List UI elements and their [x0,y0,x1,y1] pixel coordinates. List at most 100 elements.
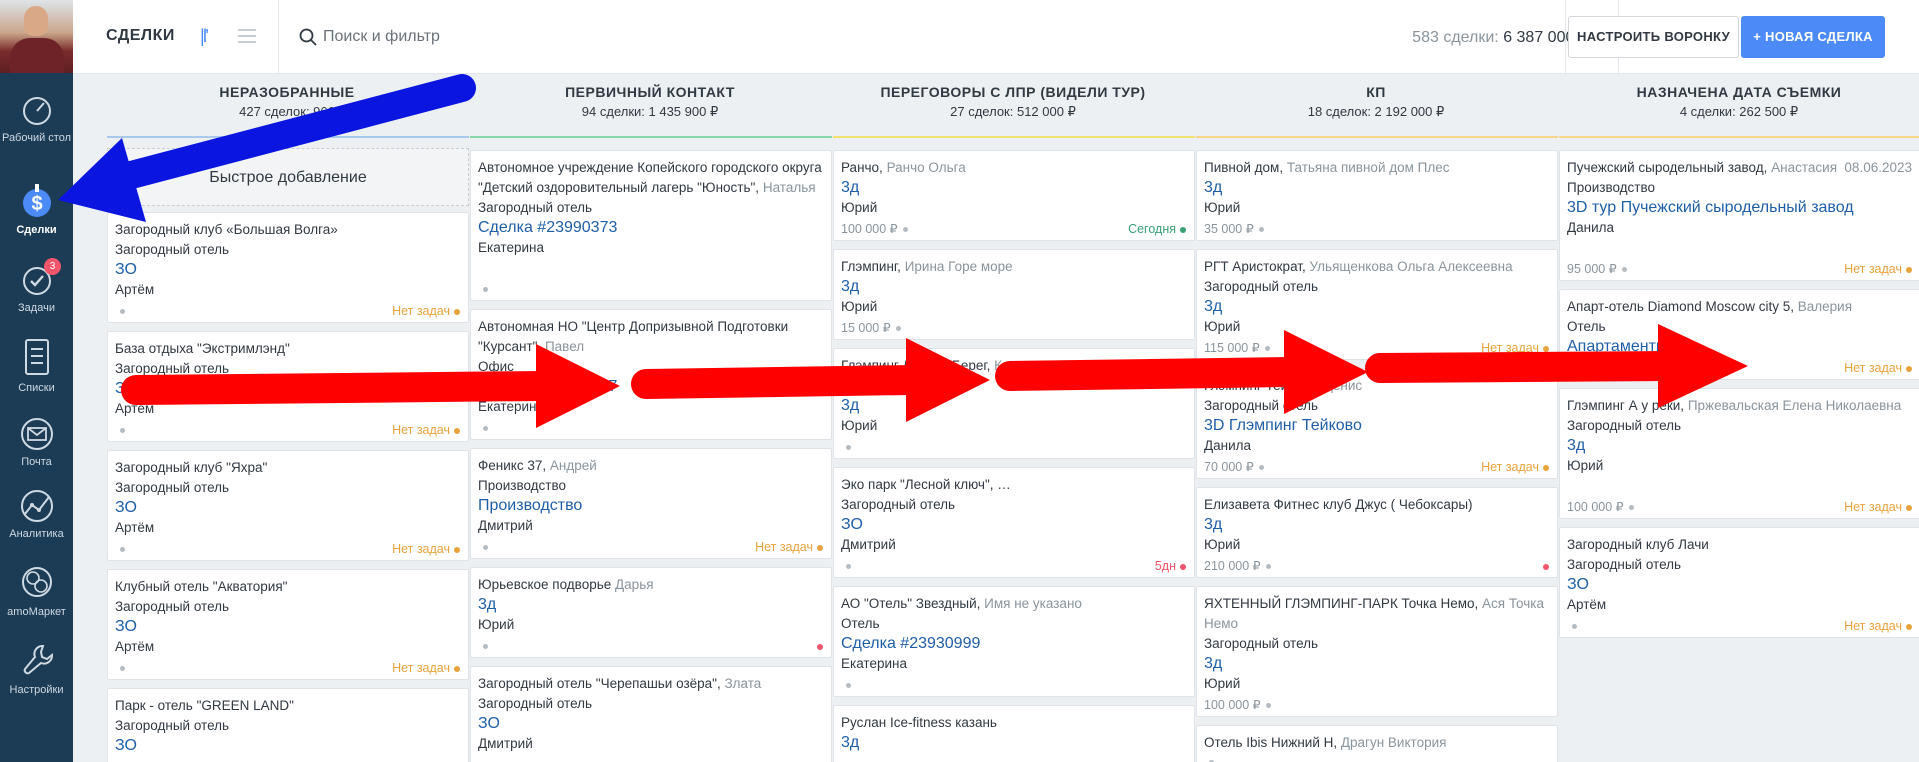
deal-name[interactable]: АО "Отель" Звездный, Имя не указано [841,594,1186,614]
deal-link[interactable]: 3д [1204,654,1549,674]
deal-link[interactable]: ЗО [1567,575,1912,595]
deal-link[interactable]: 3D Глэмпинг Тейково [1204,416,1549,436]
deal-card[interactable]: Загородный клуб "Яхра" Загородный отель ЗО… [107,450,469,561]
deal-card[interactable]: ЯХТЕННЫЙ ГЛЭМПИНГ-ПАРК Точка Немо, Ася Т… [1196,586,1558,717]
user-avatar[interactable] [0,0,73,73]
deal-name[interactable]: Елизавета Фитнес клуб Джус ( Чебоксары) [1204,495,1549,515]
deal-name[interactable]: Ранчо, Ранчо Ольга [841,158,1186,178]
task-status[interactable]: Нет задач [392,301,460,321]
deal-name[interactable]: Клубный отель "Акватория" [115,577,460,597]
nav-item-settings[interactable]: Настройки [0,640,73,697]
deal-card[interactable]: АО "Отель" Звездный, Имя не указано Отель… [833,586,1195,697]
nav-item-analytics[interactable]: Аналитика [0,488,73,541]
task-status[interactable]: Нет задач [392,539,460,559]
deal-card[interactable]: Автономное учреждение Копейского городск… [470,150,832,301]
deal-name[interactable]: Глэмпинг А у реки, Пржевальская Елена Ни… [1567,396,1912,416]
nav-item-deals[interactable]: $ Сделки [0,182,73,237]
deal-name[interactable]: Пивной дом, Татьяна пивной дом Плес [1204,158,1549,178]
quick-add-button[interactable]: Быстрое добавление [107,148,469,206]
deal-link[interactable]: 3д [841,396,1186,416]
task-status[interactable]: 5дн [1155,556,1186,576]
deal-card[interactable]: Руслан Ice-fitness казань 3д [833,705,1195,762]
deal-link[interactable]: 3д [1567,436,1912,456]
task-status[interactable]: Нет задач [1844,616,1912,636]
deal-link[interactable]: ЗО [115,498,460,518]
deal-card[interactable]: Ранчо, Ранчо Ольга 3д Юрий 100 000 ₽ Сегодня [833,150,1195,241]
deal-name[interactable]: Руслан Ice-fitness казань [841,713,1186,733]
task-status[interactable]: Нет задач [392,658,460,678]
deal-name[interactable]: РГТ Аристократ, Ульященкова Ольга Алексе… [1204,257,1549,277]
nav-item-market[interactable]: amoМаркет [0,562,73,619]
deal-name[interactable]: Автономная НО "Центр Допризывной Подгото… [478,317,823,357]
deal-card[interactable]: Загородный клуб Лачи Загородный отель ЗО Ар… [1559,527,1919,638]
deal-name[interactable]: Глэмпинг Лесной Берег, Кристина [841,356,1186,376]
deal-card[interactable]: Глэмпинг Лесной Берег, Кристина Загородны… [833,348,1195,459]
deal-card[interactable]: Эко парк "Лесной ключ", … Загородный отел… [833,467,1195,578]
deal-card[interactable]: Глэмпинг А у реки, Пржевальская Елена Ни… [1559,388,1919,519]
deal-link[interactable]: ЗО [115,260,460,280]
task-status[interactable]: Нет задач [1844,358,1912,378]
deal-card[interactable]: Загородный клуб «Большая Волга» Загородны… [107,212,469,323]
deal-link[interactable]: 3д [841,277,1186,297]
deal-name[interactable]: Загородный клуб «Большая Волга» [115,220,460,240]
deal-name[interactable]: Загородный отель "Черепашьи озёра", Злат… [478,674,823,694]
deal-name[interactable]: Апарт-отель Diamond Moscow city 5, Валер… [1567,297,1912,317]
nav-item-mail[interactable]: Почта [0,416,73,469]
deal-name[interactable]: Юрьевское подворье Дарья [478,575,823,595]
search-input[interactable] [323,22,823,52]
pipeline-view-icon[interactable]: |ǀ' [200,26,209,47]
deal-link[interactable]: 3д [1204,178,1549,198]
deal-card[interactable]: Елизавета Фитнес клуб Джус ( Чебоксары) 3… [1196,487,1558,578]
nav-item-tasks[interactable]: 3 Задачи [0,258,73,315]
deal-link[interactable]: Производство [478,496,823,516]
deal-card[interactable]: Феникс 37, Андрей Производство Производств… [470,448,832,559]
task-status[interactable] [1539,556,1549,576]
deal-name[interactable]: Отель Ibis Нижний Н, Драгун Виктория [1204,733,1549,753]
task-status[interactable]: Нет задач [1844,259,1912,279]
deal-card[interactable]: Глэмпинг, Ирина Горе море 3д Юрий 15 000 ₽ [833,249,1195,340]
deal-card[interactable]: Апарт-отель Diamond Moscow city 5, Валер… [1559,289,1919,380]
deal-link[interactable]: Апартаменты [1567,337,1912,357]
task-status[interactable]: Нет задач [392,420,460,440]
new-deal-button[interactable]: + НОВАЯ СДЕЛКА [1741,16,1885,58]
deal-name[interactable]: Глэмпинг, Ирина Горе море [841,257,1186,277]
deal-name[interactable]: База отдыха "Экстримлэнд" [115,339,460,359]
deal-card[interactable]: Глэмпинг Тейково, Денис Загородный отель 3… [1196,368,1558,479]
deal-card[interactable]: Пучежский сыродельный завод, Анастасия 08… [1559,150,1919,281]
deal-card[interactable]: Юрьевское подворье Дарья 3д Юрий [470,567,832,658]
deal-link[interactable]: ЗО [115,617,460,637]
deal-name[interactable]: Загородный клуб "Яхра" [115,458,460,478]
task-status[interactable]: Нет задач [1481,338,1549,358]
setup-funnel-button[interactable]: НАСТРОИТЬ ВОРОНКУ [1568,16,1739,58]
nav-item-dashboard[interactable]: Рабочий стол [0,94,73,145]
task-status[interactable]: Нет задач [755,537,823,557]
deal-card[interactable]: Автономная НО "Центр Допризывной Подгото… [470,309,832,440]
deal-card[interactable]: РГТ Аристократ, Ульященкова Ольга Алексе… [1196,249,1558,360]
deal-card[interactable]: Загородный отель "Черепашьи озёра", Злат… [470,666,832,762]
deal-link[interactable]: ЗО [478,714,823,734]
task-status[interactable]: Нет задач [1481,457,1549,477]
deal-card[interactable]: Пивной дом, Татьяна пивной дом Плес 3д Юри… [1196,150,1558,241]
deal-link[interactable]: 3д [478,595,823,615]
task-status[interactable]: Сегодня [1128,219,1186,239]
deal-name[interactable]: Эко парк "Лесной ключ", … [841,475,1186,495]
nav-item-lists[interactable]: Списки [0,338,73,395]
deal-link[interactable]: Сделка #23930999 [841,634,1186,654]
deal-name[interactable]: Загородный клуб Лачи [1567,535,1912,555]
deal-name[interactable]: ЯХТЕННЫЙ ГЛЭМПИНГ-ПАРК Точка Немо, Ася Т… [1204,594,1549,634]
deal-card[interactable]: База отдыха "Экстримлэнд" Загородный отел… [107,331,469,442]
deal-card[interactable]: Отель Ibis Нижний Н, Драгун Виктория [1196,725,1558,762]
deal-link[interactable]: ЗО [115,379,460,399]
deal-link[interactable]: 3д [841,178,1186,198]
deal-link[interactable]: 3д [1204,297,1549,317]
list-view-icon[interactable] [238,27,256,45]
deal-name[interactable]: Глэмпинг Тейково, Денис [1204,376,1549,396]
deal-link[interactable]: 3D тур Пучежский сыродельный завод [1567,198,1912,218]
task-status[interactable] [813,636,823,656]
deal-link[interactable]: Сделка #23990373 [478,218,823,238]
deal-link[interactable]: 3д [841,733,1186,753]
deal-card[interactable]: Парк - отель "GREEN LAND" Загородный отел… [107,688,469,762]
deal-card[interactable]: Клубный отель "Акватория" Загородный отел… [107,569,469,680]
deal-name[interactable]: Автономное учреждение Копейского городск… [478,158,823,198]
deal-link[interactable]: Сделка #23990387 [478,377,823,397]
